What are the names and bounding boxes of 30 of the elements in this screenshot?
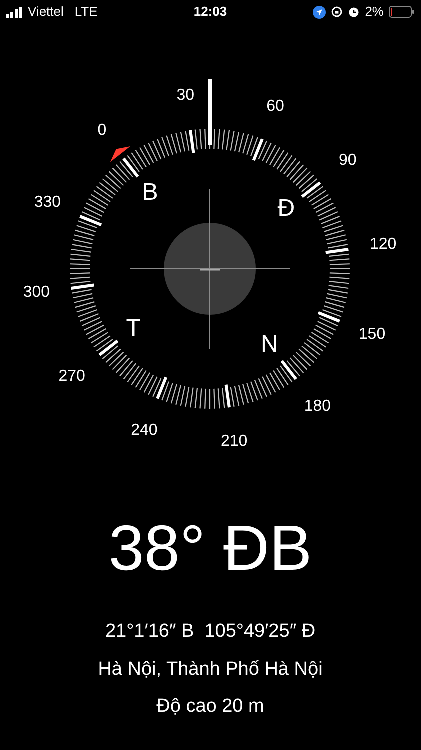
dial-degree-label: 330 bbox=[34, 193, 62, 214]
cardinal-direction-label: N bbox=[261, 333, 278, 358]
north-marker-icon bbox=[110, 146, 130, 162]
cardinal-direction-label: T bbox=[126, 316, 141, 341]
dial-degree-label: 270 bbox=[58, 366, 86, 387]
alarm-icon bbox=[348, 6, 360, 18]
battery-percent: 2% bbox=[365, 3, 384, 22]
dial-degree-label: 300 bbox=[23, 283, 50, 304]
dial-degree-label: 240 bbox=[131, 421, 158, 442]
dial-degree-label: 90 bbox=[339, 151, 357, 172]
battery-icon bbox=[389, 6, 415, 18]
cardinal-direction-label: B bbox=[142, 180, 158, 205]
dial-degree-label: 180 bbox=[304, 396, 332, 417]
coordinates-text: 21°1′16″ B 105°49′25″ Đ bbox=[105, 620, 316, 644]
dial-degree-label: 30 bbox=[176, 86, 195, 106]
dial-degree-label: 120 bbox=[370, 234, 397, 255]
rotation-lock-icon bbox=[331, 6, 344, 18]
network-type: LTE bbox=[74, 3, 98, 22]
dial-degree-label: 0 bbox=[98, 121, 107, 142]
dial-degree-label: 210 bbox=[221, 432, 248, 452]
carrier-name: Viettel bbox=[28, 3, 64, 22]
dial-degree-label: 150 bbox=[358, 324, 386, 345]
heading-indicator bbox=[208, 79, 212, 145]
location-text: Hà Nội, Thành Phố Hà Nội bbox=[98, 658, 323, 682]
dial-degree-label: 60 bbox=[266, 96, 284, 117]
altitude-text: Độ cao 20 m bbox=[156, 695, 264, 719]
signal-icon bbox=[6, 6, 23, 18]
status-time: 12:03 bbox=[194, 3, 228, 22]
heading-reading: 38° ĐB bbox=[108, 516, 312, 580]
cardinal-direction-label: Đ bbox=[278, 197, 296, 222]
